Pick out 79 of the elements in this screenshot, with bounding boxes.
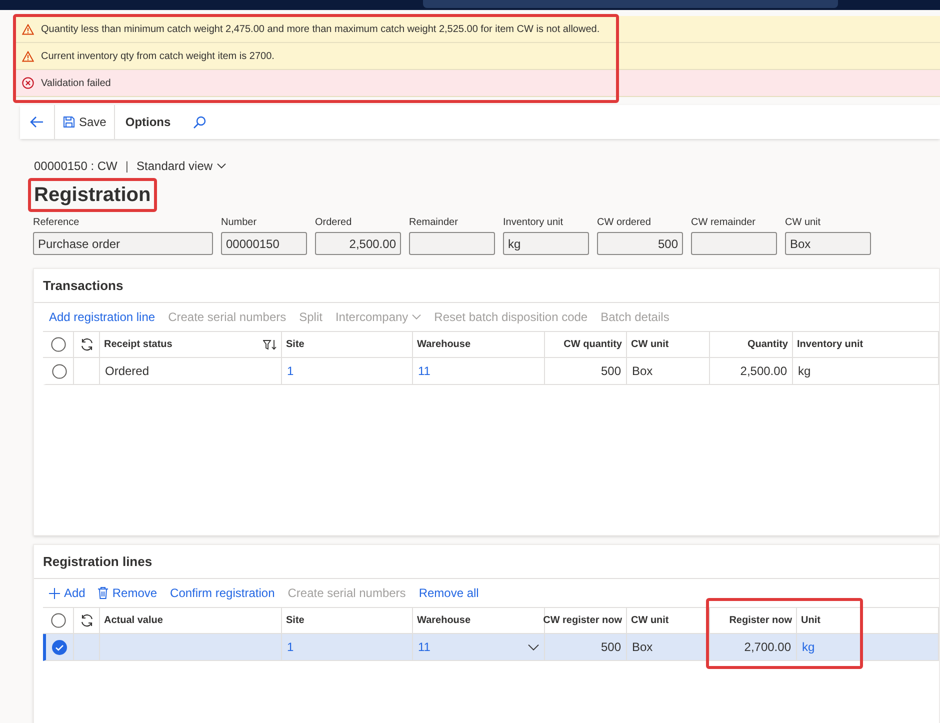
field-label: CW ordered [597,216,652,230]
table-cell-text: 2,500.00 [739,363,787,380]
section-title: Registration lines [43,552,152,571]
field-label: Number [221,216,258,230]
column-header[interactable]: CW unit [627,608,710,633]
table-cell-text: Ordered [105,363,150,380]
column-header[interactable]: Unit [797,608,939,633]
field-label: Reference [33,216,80,230]
action-button[interactable]: Remove [98,584,158,602]
column-header[interactable]: Receipt status [100,332,282,357]
row-checkbox[interactable] [52,640,67,654]
table-cell-text: 500 [600,639,621,656]
warning-icon [22,24,34,34]
save-button[interactable]: Save [55,105,116,139]
message-text: Quantity less than minimum catch weight 2,475.00 and more than maximum catch weight 2,525.00 for item CW is not allowed. [41,22,600,36]
record-caption: 00000150 : CW [34,158,118,175]
chevron-down-icon [412,314,422,320]
input-field[interactable]: kg [503,232,589,255]
back-arrow-icon [30,116,44,128]
action-button[interactable]: Add [49,584,86,602]
section-title: Transactions [43,276,124,295]
column-header[interactable]: CW quantity [545,332,627,357]
input-field[interactable]: 00000150 [221,232,307,255]
column-header[interactable]: CW register now [545,608,627,633]
field-label: CW remainder [691,216,756,230]
message-text: Validation failed [41,76,111,90]
input-field[interactable]: 500 [597,232,683,255]
row-checkbox[interactable] [52,364,67,378]
refresh-icon[interactable] [80,338,94,351]
column-header[interactable]: Inventory unit [793,332,939,357]
table-cell-text: kg [798,363,812,380]
action-button[interactable]: Add registration line [49,308,156,326]
select-all-checkbox[interactable] [50,613,66,628]
search-icon [192,116,206,128]
input-field[interactable] [691,232,777,255]
plus-icon [49,588,60,598]
link[interactable]: 1 [287,638,407,656]
column-header[interactable]: Site [282,332,413,357]
input-field[interactable]: Box [785,232,871,255]
link[interactable]: 11 [418,362,539,380]
filter-sort-icon[interactable] [263,340,277,350]
link[interactable]: kg [802,638,933,656]
warning-icon [22,50,34,62]
column-header[interactable]: CW unit [627,332,710,357]
error-icon [22,77,34,89]
chevron-down-icon [216,163,226,169]
chevron-down-icon [528,644,539,650]
column-header[interactable]: Quantity [710,332,793,357]
column-header[interactable]: Warehouse [413,332,545,357]
input-field[interactable]: 2,500.00 [315,232,401,255]
table-row[interactable]: Ordered 1 11 500 Box 2,500.00 kg [43,358,939,385]
dropdown-field[interactable]: 11 [418,638,539,656]
field-label: Inventory unit [503,216,564,230]
column-header[interactable]: Warehouse [413,608,545,633]
select-all-checkbox[interactable] [50,337,66,352]
column-header[interactable]: Actual value [100,608,282,633]
save-icon [63,116,75,128]
view-selector[interactable]: Standard view [136,157,226,175]
table-row[interactable]: 1 11 500 Box 2,700.00 kg [43,634,939,661]
trash-icon [98,587,108,599]
action-button[interactable]: Confirm registration [170,584,275,602]
link[interactable]: 1 [287,362,407,380]
action-button[interactable]: Remove all [418,584,479,602]
table-cell-text: Box [632,639,654,656]
input-field[interactable] [409,232,495,255]
field-label: Ordered [315,216,353,230]
table-cell-text: 500 [600,363,621,380]
table-cell-text: 2,700.00 [743,639,791,656]
message-text: Current inventory qty from catch weight item is 2700. [41,50,274,64]
input-field[interactable]: Purchase order [33,232,213,255]
options-button[interactable]: Options [115,105,181,139]
table-cell-text: Box [632,363,654,380]
refresh-icon[interactable] [80,614,94,627]
separator: | [125,158,129,175]
page-title: Registration [34,183,151,207]
field-label: Remainder [409,216,459,230]
field-label: CW unit [785,216,822,230]
column-header[interactable]: Site [282,608,413,633]
column-header[interactable]: Register now [710,608,797,633]
